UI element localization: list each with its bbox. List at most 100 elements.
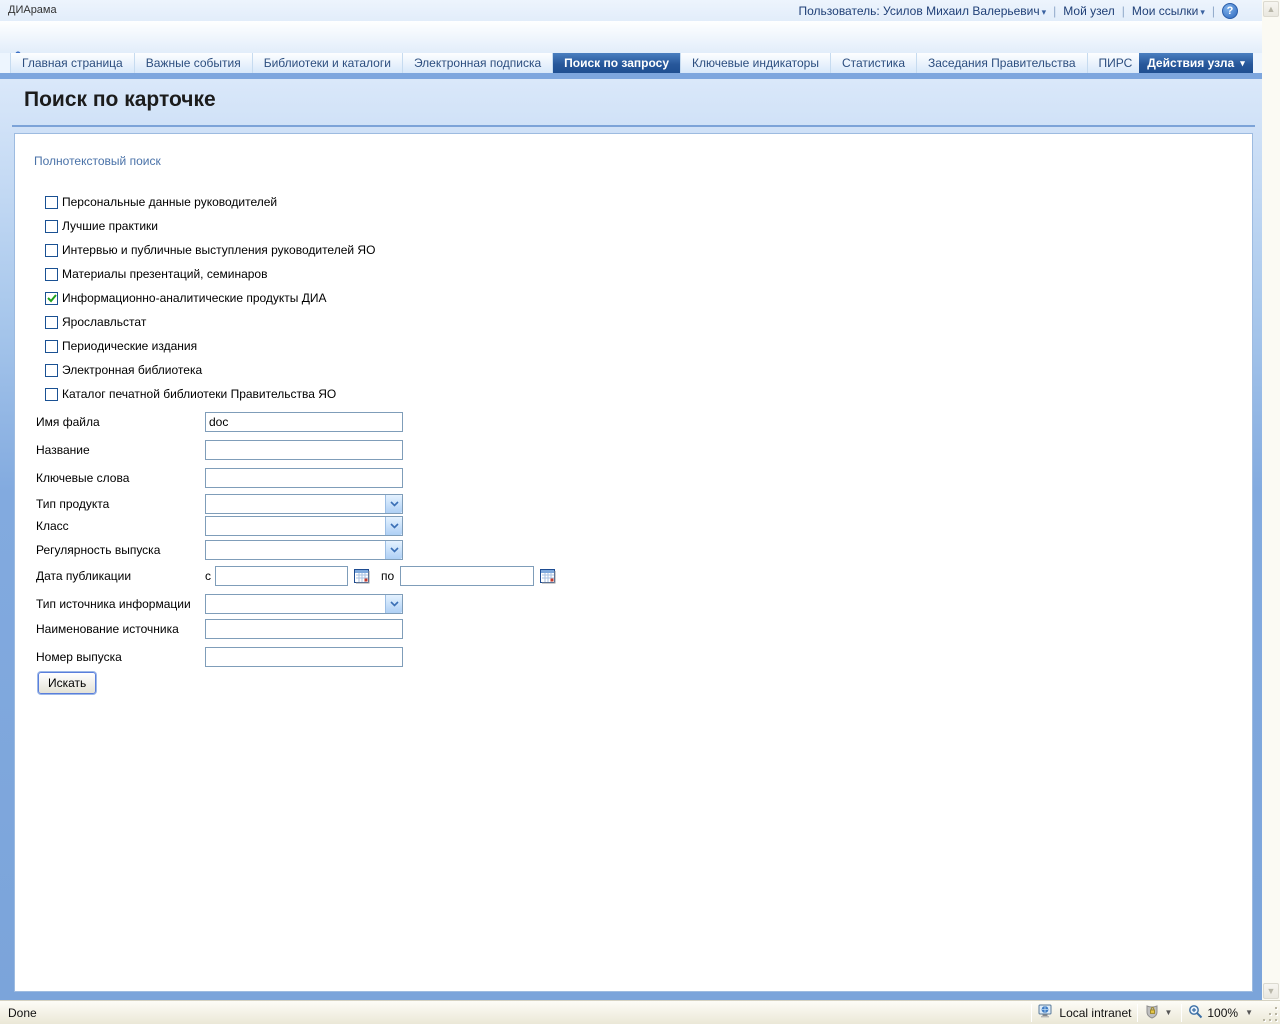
file-name-field[interactable]	[205, 412, 403, 432]
checkbox-yaroslavlstat[interactable]: Ярославльстат	[45, 312, 146, 332]
checkbox-best-practices[interactable]: Лучшие практики	[45, 216, 158, 236]
scroll-up-icon[interactable]: ▲	[1263, 1, 1279, 17]
regularity-select[interactable]	[205, 540, 403, 560]
top-user-bar: ДИАрама Пользователь: Усилов Михаил Вале…	[0, 0, 1262, 21]
form-row-source-name: Наименование источника	[36, 618, 403, 640]
divider	[12, 125, 1255, 127]
source-name-label: Наименование источника	[36, 622, 205, 636]
checkbox-elibrary[interactable]: Электронная библиотека	[45, 360, 202, 380]
checkbox-icon	[45, 196, 58, 209]
checkbox-icon	[45, 388, 58, 401]
search-submit-button[interactable]: Искать	[38, 672, 96, 694]
chevron-down-icon: ▼	[1245, 1008, 1253, 1017]
zoom-icon	[1188, 1004, 1203, 1022]
chevron-down-icon	[385, 541, 402, 559]
resize-grip[interactable]	[1262, 1002, 1280, 1024]
checkbox-presentations[interactable]: Материалы презентаций, семинаров	[45, 264, 267, 284]
issue-number-field[interactable]	[205, 647, 403, 667]
product-type-label: Тип продукта	[36, 497, 205, 511]
security-zone: Local intranet	[1038, 1004, 1131, 1021]
pub-date-range: с по	[205, 566, 557, 586]
site-actions-button[interactable]: Действия узла▾	[1139, 53, 1253, 73]
form-row-source-type: Тип источника информации	[36, 593, 403, 615]
chevron-down-icon	[385, 495, 402, 513]
page-background: Поиск по карточке Полнотекстовый поиск П…	[0, 79, 1262, 1000]
chevron-down-icon	[385, 595, 402, 613]
form-row-issue-number: Номер выпуска	[36, 646, 403, 668]
checkbox-analytic-products[interactable]: Информационно-аналитические продукты ДИА	[45, 288, 327, 308]
checkbox-icon	[45, 268, 58, 281]
tab-libraries[interactable]: Библиотеки и каталоги	[253, 53, 403, 73]
tab-home[interactable]: Главная страница	[10, 53, 135, 73]
page-title: Поиск по карточке	[24, 88, 216, 112]
separator: |	[1212, 4, 1215, 18]
calendar-icon[interactable]	[354, 568, 371, 584]
tab-esubscription[interactable]: Электронная подписка	[403, 53, 553, 73]
source-type-select[interactable]	[205, 594, 403, 614]
search-card-panel: Полнотекстовый поиск Персональные данные…	[14, 133, 1253, 992]
date-from-field[interactable]	[215, 566, 348, 586]
date-to-field[interactable]	[400, 566, 534, 586]
tab-key-indicators[interactable]: Ключевые индикаторы	[681, 53, 831, 73]
separator	[1137, 1004, 1138, 1022]
checkbox-interviews[interactable]: Интервью и публичные выступления руковод…	[45, 240, 375, 260]
tab-pirs[interactable]: ПИРС	[1088, 53, 1145, 73]
tab-statistics[interactable]: Статистика	[831, 53, 917, 73]
user-menu[interactable]: Пользователь: Усилов Михаил Валерьевич▾	[798, 4, 1046, 18]
tab-government-sessions[interactable]: Заседания Правительства	[917, 53, 1088, 73]
my-site-link[interactable]: Мой узел	[1063, 4, 1115, 18]
checkbox-periodicals[interactable]: Периодические издания	[45, 336, 197, 356]
zoom-level: 100%	[1207, 1006, 1238, 1020]
chevron-down-icon	[385, 517, 402, 535]
separator	[1181, 1004, 1182, 1022]
chevron-down-icon[interactable]: ▼	[1164, 1008, 1172, 1017]
vertical-scrollbar[interactable]: ▲ ▼	[1262, 0, 1280, 1000]
issue-number-label: Номер выпуска	[36, 650, 205, 664]
separator: |	[1122, 4, 1125, 18]
checkbox-print-catalog[interactable]: Каталог печатной библиотеки Правительств…	[45, 384, 336, 404]
regularity-label: Регулярность выпуска	[36, 543, 205, 557]
chevron-down-icon: ▾	[1042, 7, 1047, 17]
date-from-label: с	[205, 569, 211, 583]
form-row-product-type: Тип продукта	[36, 493, 403, 515]
source-name-field[interactable]	[205, 619, 403, 639]
app-title: ДИАрама	[8, 4, 57, 16]
product-type-select[interactable]	[205, 494, 403, 514]
title-field[interactable]	[205, 440, 403, 460]
fulltext-search-link[interactable]: Полнотекстовый поиск	[34, 154, 161, 168]
form-row-title: Название	[36, 439, 403, 461]
separator	[1031, 1004, 1032, 1022]
date-to-label: по	[381, 569, 394, 583]
form-row-class: Класс	[36, 515, 403, 537]
checkbox-icon	[45, 244, 58, 257]
zone-label: Local intranet	[1059, 1006, 1131, 1020]
calendar-icon[interactable]	[540, 568, 557, 584]
checkbox-icon	[45, 316, 58, 329]
keywords-field[interactable]	[205, 468, 403, 488]
site-header: Поиск по запросу Узел: Поиск по запросу	[0, 21, 1262, 53]
intranet-zone-icon	[1038, 1004, 1054, 1021]
checkbox-icon	[45, 220, 58, 233]
title-label: Название	[36, 443, 205, 457]
form-row-keywords: Ключевые слова	[36, 467, 403, 489]
checkbox-checked-icon	[45, 292, 58, 305]
status-text: Done	[8, 1006, 37, 1020]
tab-important-events[interactable]: Важные события	[135, 53, 253, 73]
browser-status-bar: Done Local intranet ▼ 100% ▼	[0, 1000, 1280, 1024]
file-name-label: Имя файла	[36, 415, 205, 429]
chevron-down-icon: ▾	[1240, 58, 1245, 69]
my-links-menu[interactable]: Мои ссылки▾	[1132, 4, 1205, 18]
keywords-label: Ключевые слова	[36, 471, 205, 485]
zoom-control[interactable]: 100% ▼	[1188, 1004, 1256, 1022]
class-select[interactable]	[205, 516, 403, 536]
class-label: Класс	[36, 519, 205, 533]
tab-search-by-query[interactable]: Поиск по запросу	[553, 53, 681, 73]
scroll-down-icon[interactable]: ▼	[1263, 983, 1279, 999]
pub-date-label: Дата публикации	[36, 569, 205, 583]
checkbox-personal-data[interactable]: Персональные данные руководителей	[45, 192, 277, 212]
source-type-label: Тип источника информации	[36, 597, 205, 611]
form-row-regularity: Регулярность выпуска	[36, 539, 403, 561]
help-icon[interactable]: ?	[1222, 3, 1238, 19]
protected-mode-icon[interactable]	[1144, 1004, 1161, 1022]
user-menu-area: Пользователь: Усилов Михаил Валерьевич▾ …	[798, 3, 1238, 19]
